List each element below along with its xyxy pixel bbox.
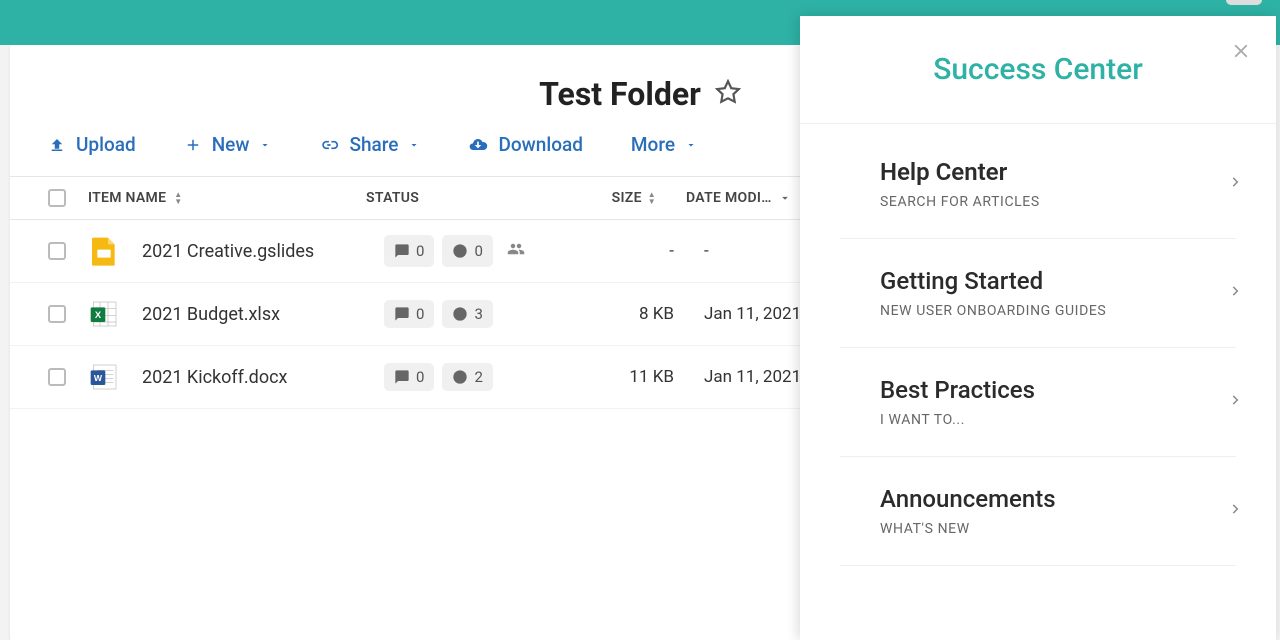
new-label: New: [212, 133, 250, 156]
link-icon: [319, 135, 339, 155]
panel-item-title: Getting Started: [880, 267, 1196, 295]
chevron-right-icon: [1228, 498, 1242, 524]
file-name[interactable]: 2021 Creative.gslides: [124, 241, 384, 262]
panel-list: Help Center SEARCH FOR ARTICLES Getting St…: [800, 130, 1276, 566]
chevron-right-icon: [1228, 280, 1242, 306]
history-chip[interactable]: 0: [442, 235, 492, 267]
panel-item[interactable]: Getting Started NEW USER ONBOARDING GUIDE…: [840, 239, 1236, 348]
column-size[interactable]: SIZE ▲▼: [546, 190, 656, 206]
panel-item-title: Help Center: [880, 158, 1196, 186]
close-icon[interactable]: [1230, 40, 1252, 66]
star-icon[interactable]: [715, 79, 741, 109]
upload-icon: [48, 136, 66, 154]
new-button[interactable]: New: [184, 133, 272, 156]
sort-icon: ▲▼: [648, 192, 656, 205]
history-count: 3: [474, 305, 482, 323]
row-checkbox[interactable]: [48, 305, 66, 323]
column-status-label: STATUS: [366, 190, 419, 206]
panel-item-subtitle: WHAT'S NEW: [880, 521, 1196, 537]
folder-title: Test Folder: [539, 75, 701, 113]
column-date-label: DATE MODI…: [686, 190, 772, 206]
row-checkbox[interactable]: [48, 368, 66, 386]
history-count: 0: [474, 242, 482, 260]
file-date: Jan 11, 2021 …: [674, 367, 814, 387]
panel-item-subtitle: NEW USER ONBOARDING GUIDES: [880, 303, 1196, 319]
file-size: -: [564, 241, 674, 261]
file-type-icon: X: [84, 298, 124, 330]
plus-icon: [184, 136, 202, 154]
panel-item-title: Announcements: [880, 485, 1196, 513]
download-button[interactable]: Download: [468, 133, 582, 156]
panel-item-subtitle: SEARCH FOR ARTICLES: [880, 194, 1196, 210]
comments-count: 0: [416, 242, 424, 260]
file-size: 8 KB: [564, 304, 674, 324]
cloud-download-icon: [468, 135, 488, 155]
file-date: Jan 11, 2021 …: [674, 304, 814, 324]
share-button[interactable]: Share: [319, 133, 420, 156]
chevron-right-icon: [1228, 171, 1242, 197]
file-size: 11 KB: [564, 367, 674, 387]
svg-text:X: X: [95, 310, 102, 320]
panel-item[interactable]: Announcements WHAT'S NEW: [840, 457, 1236, 566]
file-date: -: [674, 241, 814, 261]
chevron-down-icon: [778, 191, 792, 205]
panel-item-subtitle: I WANT TO...: [880, 412, 1196, 428]
history-chip[interactable]: 2: [442, 363, 492, 391]
history-count: 2: [474, 368, 482, 386]
comments-chip[interactable]: 0: [384, 235, 434, 267]
panel-item[interactable]: Best Practices I WANT TO...: [840, 348, 1236, 457]
sort-icon: ▲▼: [174, 192, 182, 205]
shared-icon[interactable]: [501, 235, 531, 267]
file-name[interactable]: 2021 Budget.xlsx: [124, 304, 384, 325]
more-button[interactable]: More: [631, 133, 697, 156]
comments-chip[interactable]: 0: [384, 363, 434, 391]
select-all-checkbox[interactable]: [48, 189, 66, 207]
chevron-down-icon: [685, 139, 697, 151]
upload-label: Upload: [76, 133, 136, 156]
comments-chip[interactable]: 0: [384, 300, 434, 328]
download-label: Download: [498, 133, 582, 156]
svg-text:W: W: [94, 373, 103, 383]
comments-count: 0: [416, 305, 424, 323]
column-status[interactable]: STATUS: [366, 190, 546, 206]
chevron-right-icon: [1228, 389, 1242, 415]
more-label: More: [631, 133, 675, 156]
file-type-icon: W: [84, 361, 124, 393]
file-name[interactable]: 2021 Kickoff.docx: [124, 367, 384, 388]
panel-title: Success Center: [800, 16, 1276, 124]
success-center-panel: Success Center Help Center SEARCH FOR ART…: [800, 16, 1276, 640]
column-date[interactable]: DATE MODI…: [656, 190, 796, 206]
column-size-label: SIZE: [612, 190, 642, 206]
column-name[interactable]: ITEM NAME ▲▼: [66, 190, 366, 206]
history-chip[interactable]: 3: [442, 300, 492, 328]
share-label: Share: [349, 133, 398, 156]
row-checkbox[interactable]: [48, 242, 66, 260]
file-type-icon: [84, 235, 124, 267]
chevron-down-icon: [408, 139, 420, 151]
chevron-down-icon: [259, 139, 271, 151]
avatar[interactable]: [1226, 0, 1262, 5]
comments-count: 0: [416, 368, 424, 386]
column-name-label: ITEM NAME: [88, 190, 166, 206]
upload-button[interactable]: Upload: [48, 133, 136, 156]
panel-item-title: Best Practices: [880, 376, 1196, 404]
panel-item[interactable]: Help Center SEARCH FOR ARTICLES: [840, 130, 1236, 239]
